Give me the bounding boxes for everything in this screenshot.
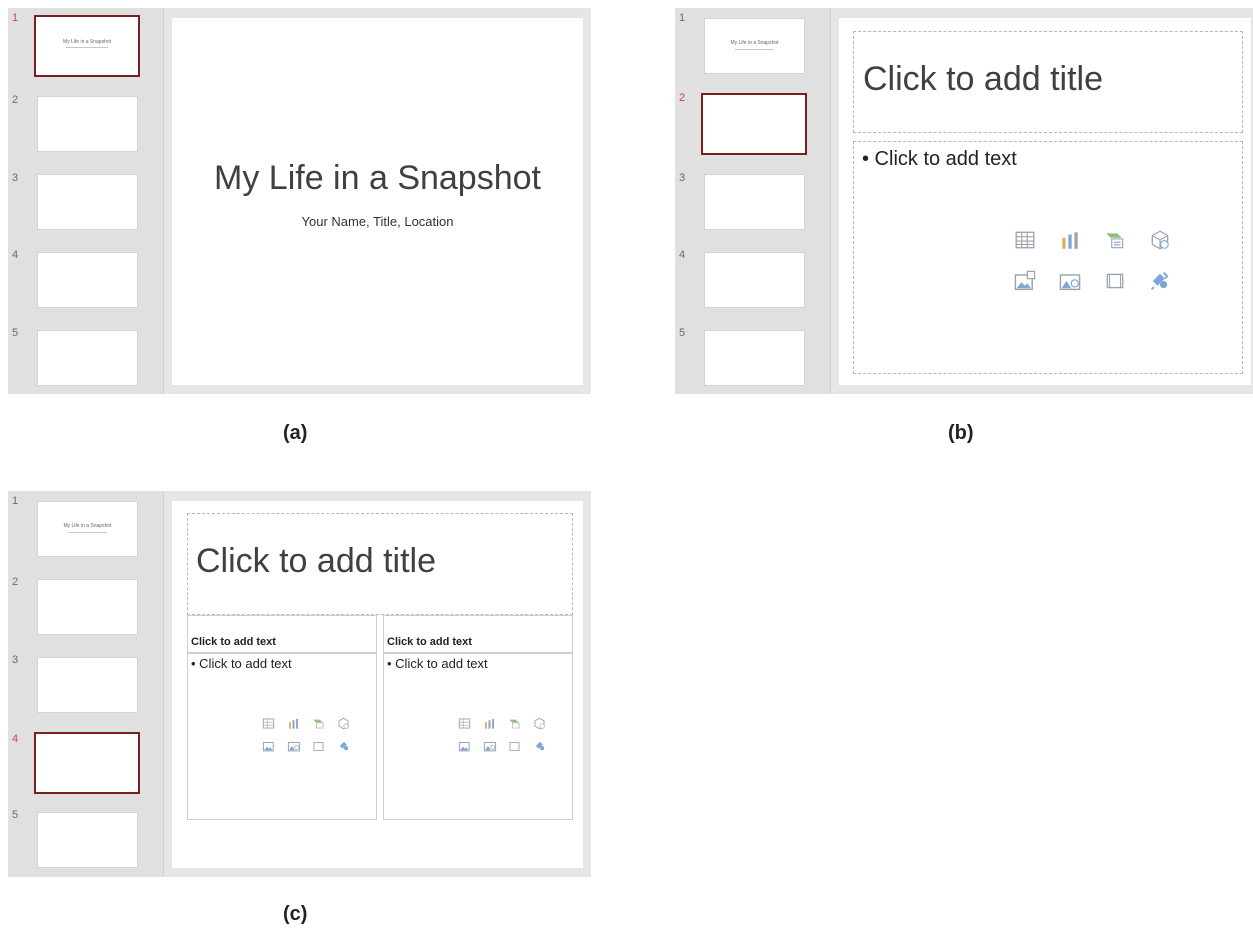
slide-number: 3 — [12, 654, 19, 666]
insert-content-icons — [452, 712, 552, 758]
smartart-icon[interactable] — [312, 717, 325, 730]
table-icon[interactable] — [262, 717, 275, 730]
slide-thumbnail-1[interactable]: My Life in a Snapshot — [37, 501, 138, 557]
left-content-text: • Click to add text — [191, 656, 292, 671]
left-header-placeholder[interactable]: Click to add text — [187, 615, 377, 653]
slide-thumbnail-3[interactable] — [37, 657, 138, 713]
slide-number: 2 — [679, 92, 686, 104]
title-placeholder[interactable]: Click to add title — [187, 513, 573, 615]
3d-model-icon[interactable] — [1149, 229, 1171, 251]
slide-number: 1 — [12, 12, 19, 24]
slide-canvas[interactable]: Click to add title Click to add text • C… — [172, 501, 583, 868]
slide-thumbnail-pane[interactable]: 1 My Life in a Snapshot 2 3 4 5 — [675, 8, 830, 394]
chart-icon[interactable] — [287, 717, 300, 730]
thumbnail-subtitle-line — [735, 49, 774, 50]
picture-icon[interactable] — [1013, 269, 1037, 293]
table-icon[interactable] — [458, 717, 471, 730]
left-header-text: Click to add text — [191, 636, 276, 648]
slide-number: 1 — [12, 495, 19, 507]
online-picture-icon[interactable] — [287, 739, 301, 753]
slide-thumbnail-3[interactable] — [37, 174, 138, 230]
slide-thumbnail-1[interactable]: My Life in a Snapshot — [34, 15, 140, 77]
panel-a-title-slide: 1 My Life in a Snapshot 2 3 4 5 My Life … — [8, 8, 591, 394]
slide-number: 4 — [679, 249, 686, 261]
slide-number: 1 — [679, 12, 686, 24]
title-placeholder[interactable]: Click to add title — [853, 31, 1243, 133]
slide-number: 5 — [12, 327, 19, 339]
pane-divider[interactable] — [163, 491, 164, 877]
slide-thumbnail-2[interactable] — [37, 96, 138, 152]
slide-number: 4 — [12, 249, 19, 261]
slide-canvas[interactable]: Click to add title • Click to add text — [839, 18, 1251, 385]
slide-number: 5 — [679, 327, 686, 339]
thumbnail-title-text: My Life in a Snapshot — [730, 40, 779, 46]
caption-b: (b) — [948, 422, 974, 444]
slide-subtitle[interactable]: Your Name, Title, Location — [172, 214, 583, 229]
thumbnail-title-text: My Life in a Snapshot — [62, 39, 112, 45]
slide-number: 5 — [12, 809, 19, 821]
slide-number: 2 — [12, 94, 19, 106]
slide-number: 3 — [12, 172, 19, 184]
right-content-text: • Click to add text — [387, 656, 488, 671]
icons-icon[interactable] — [337, 739, 351, 753]
content-placeholder[interactable]: • Click to add text — [853, 141, 1243, 374]
content-placeholder-text: • Click to add text — [862, 148, 1017, 170]
slide-thumbnail-4[interactable] — [34, 732, 140, 794]
thumbnail-subtitle-line — [66, 47, 108, 48]
caption-c: (c) — [283, 903, 308, 925]
slide-thumbnail-4[interactable] — [704, 252, 805, 308]
slide-thumbnail-5[interactable] — [704, 330, 805, 386]
right-header-text: Click to add text — [387, 636, 472, 648]
pane-divider[interactable] — [830, 8, 831, 394]
chart-icon[interactable] — [483, 717, 496, 730]
insert-content-icons — [1002, 220, 1182, 302]
slide-thumbnail-4[interactable] — [37, 252, 138, 308]
slide-canvas[interactable]: My Life in a Snapshot Your Name, Title, … — [172, 18, 583, 385]
slide-number: 2 — [12, 576, 19, 588]
slide-thumbnail-pane[interactable]: 1 My Life in a Snapshot 2 3 4 5 — [8, 491, 163, 877]
picture-icon[interactable] — [262, 739, 276, 753]
chart-icon[interactable] — [1059, 229, 1081, 251]
picture-icon[interactable] — [458, 739, 472, 753]
insert-content-icons — [256, 712, 356, 758]
slide-thumbnail-5[interactable] — [37, 330, 138, 386]
online-picture-icon[interactable] — [483, 739, 497, 753]
3d-model-icon[interactable] — [337, 717, 350, 730]
panel-c-comparison-slide: 1 My Life in a Snapshot 2 3 4 5 Click to… — [8, 491, 591, 877]
title-placeholder-text: Click to add title — [196, 542, 436, 580]
caption-a: (a) — [283, 422, 308, 444]
slide-number: 4 — [12, 733, 19, 745]
left-content-placeholder[interactable]: • Click to add text — [187, 653, 377, 820]
slide-thumbnail-pane[interactable]: 1 My Life in a Snapshot 2 3 4 5 — [8, 8, 163, 394]
thumbnail-subtitle-line — [68, 532, 107, 533]
slide-thumbnail-1[interactable]: My Life in a Snapshot — [704, 18, 805, 74]
slide-thumbnail-2[interactable] — [701, 93, 807, 155]
3d-model-icon[interactable] — [533, 717, 546, 730]
pane-divider[interactable] — [163, 8, 164, 394]
video-icon[interactable] — [508, 740, 521, 753]
video-icon[interactable] — [1104, 270, 1126, 292]
right-content-placeholder[interactable]: • Click to add text — [383, 653, 573, 820]
smartart-icon[interactable] — [508, 717, 521, 730]
online-picture-icon[interactable] — [1058, 269, 1082, 293]
slide-number: 3 — [679, 172, 686, 184]
slide-thumbnail-2[interactable] — [37, 579, 138, 635]
video-icon[interactable] — [312, 740, 325, 753]
icons-icon[interactable] — [1148, 269, 1172, 293]
panel-b-title-content-slide: 1 My Life in a Snapshot 2 3 4 5 Click to… — [675, 8, 1253, 394]
title-placeholder-text: Click to add title — [863, 60, 1103, 98]
right-header-placeholder[interactable]: Click to add text — [383, 615, 573, 653]
smartart-icon[interactable] — [1104, 229, 1126, 251]
slide-thumbnail-5[interactable] — [37, 812, 138, 868]
slide-title[interactable]: My Life in a Snapshot — [172, 159, 583, 198]
thumbnail-title-text: My Life in a Snapshot — [63, 523, 112, 529]
slide-thumbnail-3[interactable] — [704, 174, 805, 230]
icons-icon[interactable] — [533, 739, 547, 753]
table-icon[interactable] — [1014, 229, 1036, 251]
